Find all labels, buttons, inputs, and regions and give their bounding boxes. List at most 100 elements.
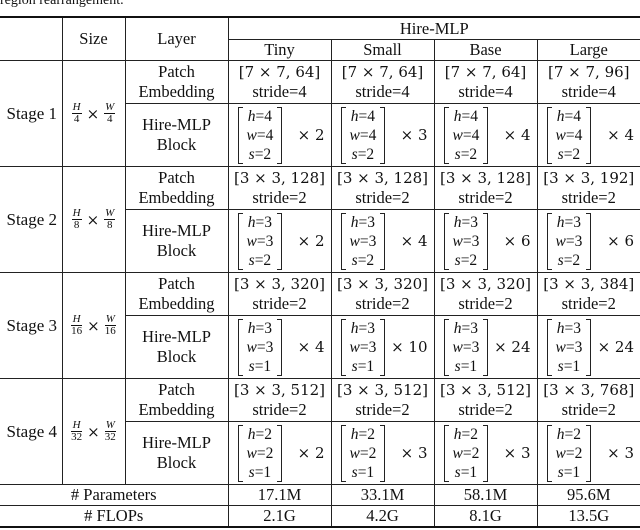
param-h: h=4 [453,107,480,126]
stride-spec: stride=2 [355,188,410,207]
param-s: s=1 [556,357,583,376]
header-variant-small: Small [330,39,435,61]
patch-embedding-small: [7 × 7, 64] stride=4 [330,60,435,104]
param-h-symbol: h [350,319,359,337]
patch-embedding-small: [3 × 3, 512] stride=2 [330,378,435,422]
hire-mlp-block-tiny: h=2 w=2 s=1 × 2 [227,421,332,485]
param-s: s=1 [556,463,583,482]
param-h: h=2 [350,425,377,444]
table-row-patch-embedding: Stage 3 H 16 × W 16 Patch Embedding [3 × 3, … [0,272,640,379]
block-config: h=4 w=4 s=2 × 4 [435,106,537,164]
fraction-denominator: 16 [104,325,116,337]
header-model-group: Hire-MLP [227,16,640,40]
block-config: h=3 w=3 s=1 × 10 [332,318,434,376]
patch-embedding-base: [7 × 7, 64] stride=4 [433,60,538,104]
param-w-symbol: w [246,338,257,356]
kernel-spec: [3 × 3, 320] [336,275,429,293]
times-symbol: × [86,104,100,123]
hire-mlp-block-base: h=2 w=2 s=1 × 3 [433,421,538,485]
param-h-symbol: h [556,107,565,125]
layer-name-line2: Block [156,453,197,472]
param-h: h=3 [453,213,480,232]
layer-name-line1: Hire-MLP [142,221,211,240]
fraction-denominator: 4 [73,113,80,125]
kernel-spec: [3 × 3, 128] [439,169,532,187]
stride-spec: stride=2 [561,294,616,313]
param-h-symbol: h [247,425,256,443]
param-h-value: =2 [255,425,273,443]
param-w-symbol: w [246,232,257,250]
stride-spec: stride=2 [252,188,307,207]
stride-spec: stride=4 [458,82,513,101]
size-fraction-h: H 16 [71,314,83,337]
header-variant-base: Base [433,39,538,61]
param-h-value: =3 [564,213,582,231]
param-s: s=2 [350,145,377,164]
param-w: w=4 [350,126,377,145]
param-w-symbol: w [452,444,463,462]
param-w: w=3 [556,338,583,357]
param-h-symbol: h [247,319,256,337]
param-s: s=2 [556,251,583,270]
block-param-matrix: h=2 w=2 s=1 [443,424,489,482]
block-param-matrix: h=2 w=2 s=1 [237,424,283,482]
hire-mlp-block-small: h=3 w=3 s=1 × 10 [330,315,435,379]
param-s-value: =1 [254,357,272,375]
block-param-matrix: h=4 w=4 s=2 [546,106,592,164]
header-variant-tiny: Tiny [228,39,332,61]
param-h-symbol: h [350,213,359,231]
param-s-value: =1 [357,357,375,375]
param-s: s=2 [453,145,480,164]
stride-spec: stride=2 [458,400,513,419]
table-row-patch-embedding: Stage 4 H 32 × W 32 Patch Embedding [3 × 3, … [0,378,640,485]
size-fraction-w: W4 [104,102,116,125]
param-h-value: =4 [358,107,376,125]
summary-label: # Parameters [0,484,229,506]
kernel-spec: [7 × 7, 64] [341,63,424,81]
block-param-matrix: h=3 w=3 s=1 [443,318,489,376]
param-s: s=2 [350,251,377,270]
param-h: h=3 [556,319,583,338]
param-s-value: =2 [460,145,478,163]
kernel-spec: [7 × 7, 96] [547,63,630,81]
kernel-spec: [3 × 3, 128] [233,169,326,187]
block-repeat-count: × 3 [400,126,428,144]
param-w-value: =3 [359,232,377,250]
block-param-matrix: h=2 w=2 s=1 [546,424,592,482]
param-s: s=1 [247,357,274,376]
layer-patch-embedding: Patch Embedding [124,166,229,210]
header-layer: Layer [124,16,229,61]
stride-spec: stride=4 [355,82,410,101]
patch-embedding-base: [3 × 3, 320] stride=2 [433,272,538,316]
summary-value-large: 13.5G [536,505,640,528]
summary-value-base: 8.1G [433,505,538,528]
kernel-spec: [3 × 3, 128] [336,169,429,187]
hire-mlp-block-large: h=3 w=3 s=2 × 6 [536,209,640,273]
kernel-spec: [3 × 3, 320] [233,275,326,293]
block-repeat-count: × 2 [297,444,325,462]
param-w: w=3 [247,338,274,357]
table-row-patch-embedding: Stage 1 H 4 × W 4 Patch Embedding [7 × 7, 64… [0,60,640,167]
hire-mlp-block-small: h=4 w=4 s=2 × 3 [330,103,435,167]
stride-spec: stride=2 [561,188,616,207]
param-h: h=4 [247,107,274,126]
layer-patch-embedding: Patch Embedding [124,60,229,104]
patch-embedding-base: [3 × 3, 512] stride=2 [433,378,538,422]
table-row-flops: # FLOPs 2.1G 4.2G 8.1G 13.5G [0,505,640,528]
param-h-symbol: h [556,319,565,337]
param-w-value: =3 [256,338,274,356]
block-config: h=3 w=3 s=2 × 4 [332,212,434,270]
param-w-value: =3 [565,232,583,250]
patch-embedding-large: [3 × 3, 384] stride=2 [536,272,640,316]
param-s: s=1 [247,463,274,482]
layer-hire-mlp-block: Hire-MLP Block [125,103,229,167]
stride-spec: stride=2 [355,294,410,313]
hire-mlp-block-base: h=3 w=3 s=1 × 24 [433,315,538,379]
param-h: h=2 [556,425,583,444]
block-param-matrix: h=3 w=3 s=1 [340,318,386,376]
param-w: w=4 [247,126,274,145]
stage-size: H 8 × W 8 [61,166,126,273]
param-h-value: =4 [564,107,582,125]
block-config: h=4 w=4 s=2 × 2 [229,106,331,164]
block-repeat-count: × 4 [503,126,531,144]
